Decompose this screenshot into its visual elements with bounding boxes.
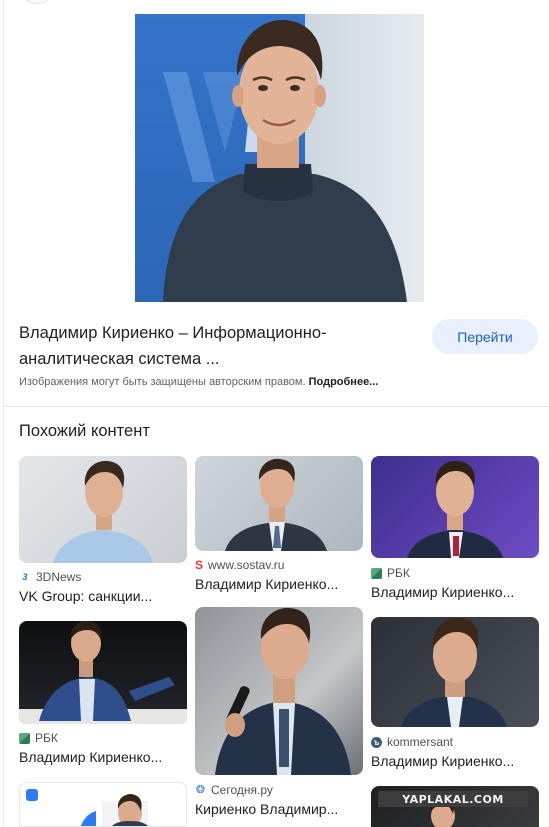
similar-caption-4[interactable]: Владимир Кириенко... [19,749,162,765]
rbc-favicon [371,567,382,579]
result-title-line2: аналитическая система ... [19,350,220,368]
similar-caption-3[interactable]: Владимир Кириенко... [371,584,514,600]
preview-image[interactable] [135,14,424,302]
person-thumbnail [225,458,327,551]
similar-caption-5[interactable]: Кириенко Владимир... [195,801,338,817]
divider [3,406,549,407]
source-label: РБК [35,731,58,745]
similar-image-6[interactable] [371,617,539,727]
similar-source-2[interactable]: S www.sostav.ru [195,558,284,572]
person-portrait [163,19,407,302]
copyright-text: Изображения могут быть защищены авторски… [19,376,306,388]
segodnya-favicon: ❂ [195,783,206,796]
similar-caption-2[interactable]: Владимир Кириенко... [195,576,338,592]
similar-source-3[interactable]: РБК [371,566,410,580]
source-label: kommersant [387,735,454,749]
person-thumbnail [215,607,351,775]
source-label: 3DNews [36,570,82,584]
copyright-notice: Изображения могут быть защищены авторски… [19,376,378,388]
result-title[interactable]: Владимир Кириенко – Информационно- анали… [19,320,409,372]
similar-caption-1[interactable]: VK Group: санкции... [19,588,152,604]
source-label: www.sostav.ru [208,558,285,572]
person-thumbnail [26,789,149,826]
similar-caption-6[interactable]: Владимир Кириенко... [371,753,514,769]
similar-source-1[interactable]: 3 3DNews [19,570,81,584]
more-link[interactable]: Подробнее... [309,376,379,388]
3dnews-favicon: 3 [22,571,28,582]
source-label: Сегодня.ру [211,783,273,797]
person-thumbnail [53,460,153,563]
similar-image-1[interactable] [19,456,187,563]
rbc-favicon [19,732,30,744]
sostav-favicon: S [195,557,204,572]
similar-source-5[interactable]: ❂ Сегодня.ру [195,783,273,797]
source-label: РБК [387,566,410,580]
watermark-logo: YAPLAKAL.COM [378,791,528,807]
similar-image-7[interactable] [19,782,187,827]
similar-image-3[interactable] [371,456,539,558]
person-thumbnail [401,617,507,727]
result-title-line1: Владимир Кириенко – Информационно- [19,324,327,342]
kommersant-favicon: ъ [371,736,382,748]
similar-image-5[interactable] [195,607,363,775]
visit-button[interactable]: Перейти [432,319,538,354]
similar-source-6[interactable]: ъ kommersant [371,735,453,749]
similar-content-heading: Похожий контент [19,422,150,440]
close-button-partial[interactable] [22,0,52,4]
similar-source-4[interactable]: РБК [19,731,58,745]
similar-image-2[interactable] [195,456,363,551]
similar-image-4[interactable] [19,621,187,724]
person-thumbnail [19,621,187,724]
person-thumbnail [407,460,503,558]
